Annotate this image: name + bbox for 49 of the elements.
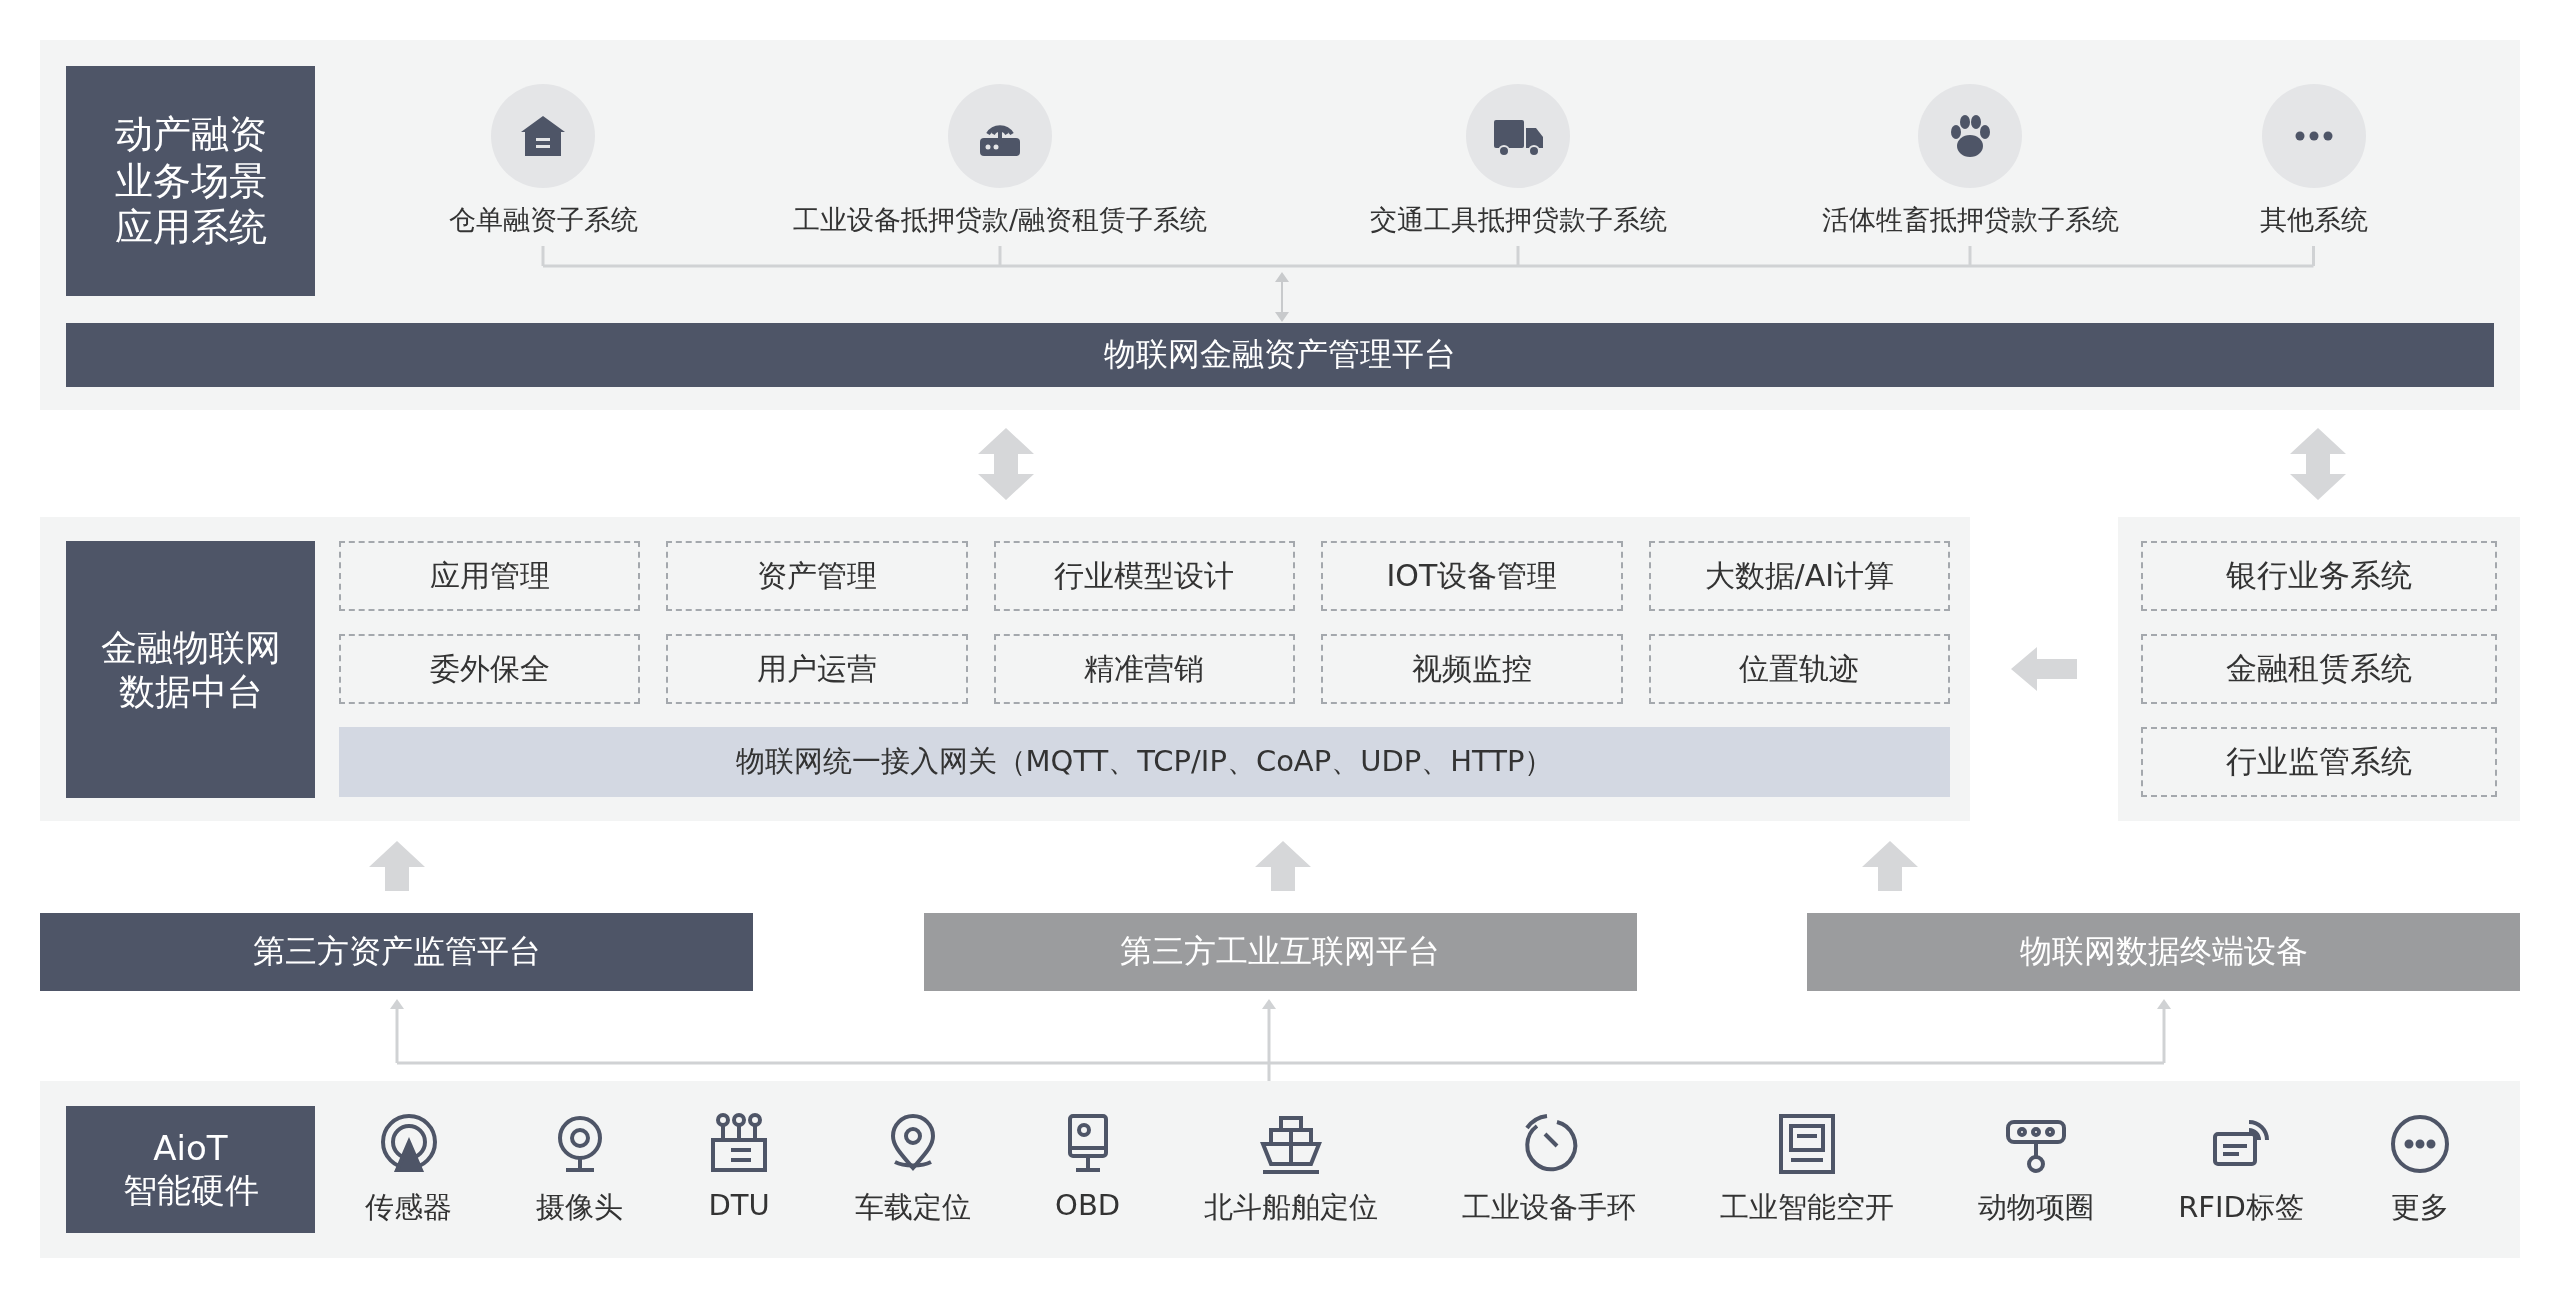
platform-bar: 第三方工业互联网平台: [923, 913, 1637, 991]
module-box: 资产管理: [666, 541, 968, 611]
device-label: DTU: [708, 1187, 770, 1222]
system-label: 其他系统: [2259, 203, 2368, 237]
external-system-box: 银行业务系统: [2141, 541, 2497, 611]
device-label: 动物项圈: [1978, 1188, 2095, 1226]
module-box: 位置轨迹: [1648, 634, 1950, 704]
system-label: 工业设备抵押贷款/融资租赁子系统: [792, 203, 1208, 237]
module-box: 应用管理: [339, 541, 641, 611]
left-arrow-icon: [2011, 647, 2077, 691]
module-box: 用户运营: [666, 634, 968, 704]
gateway-bar: 物联网统一接入网关（MQTT、TCP/IP、CoAP、UDP、HTTP）: [339, 727, 1950, 797]
device-label: 更多: [2390, 1188, 2449, 1226]
router-icon: [948, 84, 1052, 188]
module-box: 精准营销: [993, 634, 1296, 704]
layer-title: AioT 智能硬件: [66, 1106, 315, 1233]
module-box: 视频监控: [1321, 634, 1623, 704]
paw-icon: [1918, 84, 2022, 188]
double-arrow-icon: [1275, 272, 1289, 322]
warehouse-icon: [491, 84, 595, 188]
device-label: RFID标签: [2178, 1188, 2304, 1226]
module-box: 行业模型设计: [993, 541, 1296, 611]
layer-title: 金融物联网数据中台: [66, 541, 315, 798]
external-system-box: 行业监管系统: [2141, 727, 2497, 797]
layer-title: 动产融资业务场景应用系统: [66, 66, 315, 296]
module-box: 委外保全: [339, 634, 641, 704]
truck-icon: [1466, 84, 1570, 188]
device-label: 工业智能空开: [1720, 1188, 1895, 1226]
device-label: 摄像头: [536, 1188, 623, 1226]
system-label: 仓单融资子系统: [448, 203, 638, 237]
external-system-box: 金融租赁系统: [2141, 634, 2497, 704]
device-label: OBD: [1055, 1187, 1121, 1222]
module-box: IOT设备管理: [1321, 541, 1623, 611]
device-label: 传感器: [365, 1188, 452, 1226]
up-arrow-icon: [1255, 841, 1311, 891]
double-arrow-icon: [978, 428, 1034, 500]
more-icon: [2261, 84, 2366, 188]
module-box: 大数据/AI计算: [1648, 541, 1950, 611]
device-label: 工业设备手环: [1462, 1188, 1637, 1226]
double-arrow-icon: [2290, 428, 2346, 500]
system-label: 交通工具抵押贷款子系统: [1369, 203, 1667, 237]
system-label: 活体牲畜抵押贷款子系统: [1821, 203, 2119, 237]
up-arrow-icon: [369, 841, 425, 891]
up-arrow-icon: [1862, 841, 1918, 891]
device-label: 车载定位: [855, 1188, 972, 1226]
platform-bar: 第三方资产监管平台: [40, 913, 753, 991]
platform-bar: 物联网金融资产管理平台: [66, 323, 2494, 387]
platform-bar: 物联网数据终端设备: [1807, 913, 2520, 991]
device-label: 北斗船舶定位: [1204, 1188, 1379, 1226]
